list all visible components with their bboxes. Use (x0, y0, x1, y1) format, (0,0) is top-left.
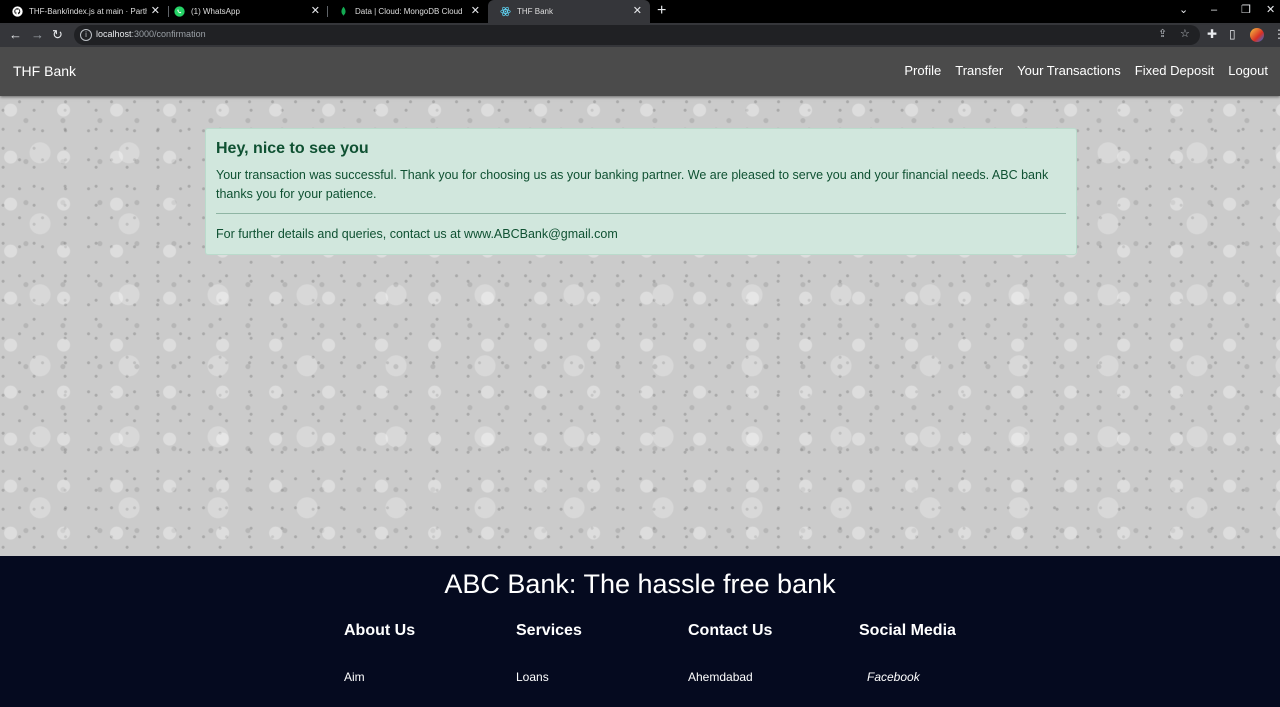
close-window-icon[interactable]: ✕ (1266, 3, 1275, 17)
close-icon[interactable]: ✕ (151, 5, 160, 17)
alert-heading: Hey, nice to see you (216, 140, 369, 157)
forward-icon[interactable]: → (31, 27, 44, 43)
close-icon[interactable]: ✕ (471, 5, 480, 17)
side-panel-icon[interactable]: ▯ (1229, 27, 1236, 42)
address-url: localhost:3000/confirmation (96, 29, 206, 39)
footer-heading: Contact Us (688, 622, 773, 639)
tab-search-icon[interactable]: ⌄ (1179, 3, 1188, 17)
navbar-brand[interactable]: THF Bank (13, 63, 76, 79)
footer-heading: Services (516, 622, 582, 639)
footer-title: ABC Bank: The hassle free bank (444, 569, 836, 599)
footer-link-facebook[interactable]: Facebook (867, 670, 920, 684)
success-alert: Hey, nice to see you Your transaction wa… (205, 128, 1077, 255)
site-footer: ABC Bank: The hassle free bank About Us … (0, 556, 1280, 707)
browser-tab-strip: THF-Bank/index.js at main · Parth ✕ (1) … (0, 0, 1280, 23)
profile-avatar[interactable] (1250, 28, 1264, 42)
footer-heading: Social Media (859, 622, 956, 639)
close-icon[interactable]: ✕ (633, 5, 642, 17)
main-content: Hey, nice to see you Your transaction wa… (0, 96, 1280, 556)
page-viewport: THF Bank Profile Transfer Your Transacti… (0, 47, 1280, 707)
bookmark-star-icon[interactable]: ☆ (1180, 28, 1190, 41)
footer-link-aim[interactable]: Aim (344, 670, 365, 684)
reload-icon[interactable]: ↻ (52, 27, 63, 43)
site-info-icon[interactable]: i (80, 29, 92, 41)
browser-tab-title: THF Bank (517, 7, 554, 16)
nav-link-transfer[interactable]: Transfer (955, 63, 1003, 78)
alert-contact-text: For further details and queries, contact… (216, 227, 618, 241)
address-bar[interactable]: i localhost:3000/confirmation ⇪ ☆ (74, 25, 1200, 45)
alert-message: Your transaction was successful. Thank y… (216, 168, 1049, 201)
whatsapp-icon (174, 6, 185, 17)
restore-icon[interactable]: ❐ (1241, 3, 1251, 17)
browser-tab-github[interactable]: THF-Bank/index.js at main · Parth ✕ (0, 0, 168, 23)
alert-divider (216, 213, 1066, 214)
footer-column-social: Social Media Facebook (859, 622, 1019, 684)
browser-tab-whatsapp[interactable]: (1) WhatsApp ✕ (162, 0, 328, 23)
browser-tab-mongodb[interactable]: Data | Cloud: MongoDB Cloud ✕ (326, 0, 488, 23)
browser-tab-title: (1) WhatsApp (191, 7, 240, 16)
extensions-puzzle-icon[interactable]: ✚ (1207, 27, 1217, 42)
back-icon[interactable]: ← (9, 27, 22, 43)
browser-tab-title: Data | Cloud: MongoDB Cloud (355, 7, 463, 16)
footer-link-loans[interactable]: Loans (516, 670, 549, 684)
browser-tab-title: THF-Bank/index.js at main · Parth (29, 7, 147, 16)
footer-heading: About Us (344, 622, 416, 639)
github-icon (12, 6, 23, 17)
close-icon[interactable]: ✕ (311, 5, 320, 17)
navbar-links: Profile Transfer Your Transactions Fixed… (904, 63, 1268, 78)
footer-column-about: About Us Aim (344, 622, 504, 684)
nav-link-fixed-deposit[interactable]: Fixed Deposit (1135, 63, 1214, 78)
mongodb-leaf-icon (341, 6, 346, 17)
footer-column-services: Services Loans (516, 622, 676, 684)
menu-kebab-icon[interactable]: ⋮ (1273, 27, 1280, 42)
nav-link-your-transactions[interactable]: Your Transactions (1017, 63, 1121, 78)
nav-link-logout[interactable]: Logout (1228, 63, 1268, 78)
minimize-icon[interactable]: – (1211, 3, 1217, 17)
browser-tab-thf-bank[interactable]: THF Bank ✕ (488, 0, 650, 23)
new-tab-icon[interactable]: + (657, 2, 666, 20)
browser-toolbar: ← → ↻ i localhost:3000/confirmation ⇪ ☆ … (0, 23, 1280, 47)
site-navbar: THF Bank Profile Transfer Your Transacti… (0, 47, 1280, 96)
share-icon[interactable]: ⇪ (1158, 28, 1167, 41)
footer-link-ahemdabad[interactable]: Ahemdabad (688, 670, 753, 684)
nav-link-profile[interactable]: Profile (904, 63, 941, 78)
footer-column-contact: Contact Us Ahemdabad (688, 622, 848, 684)
react-icon (500, 6, 511, 17)
